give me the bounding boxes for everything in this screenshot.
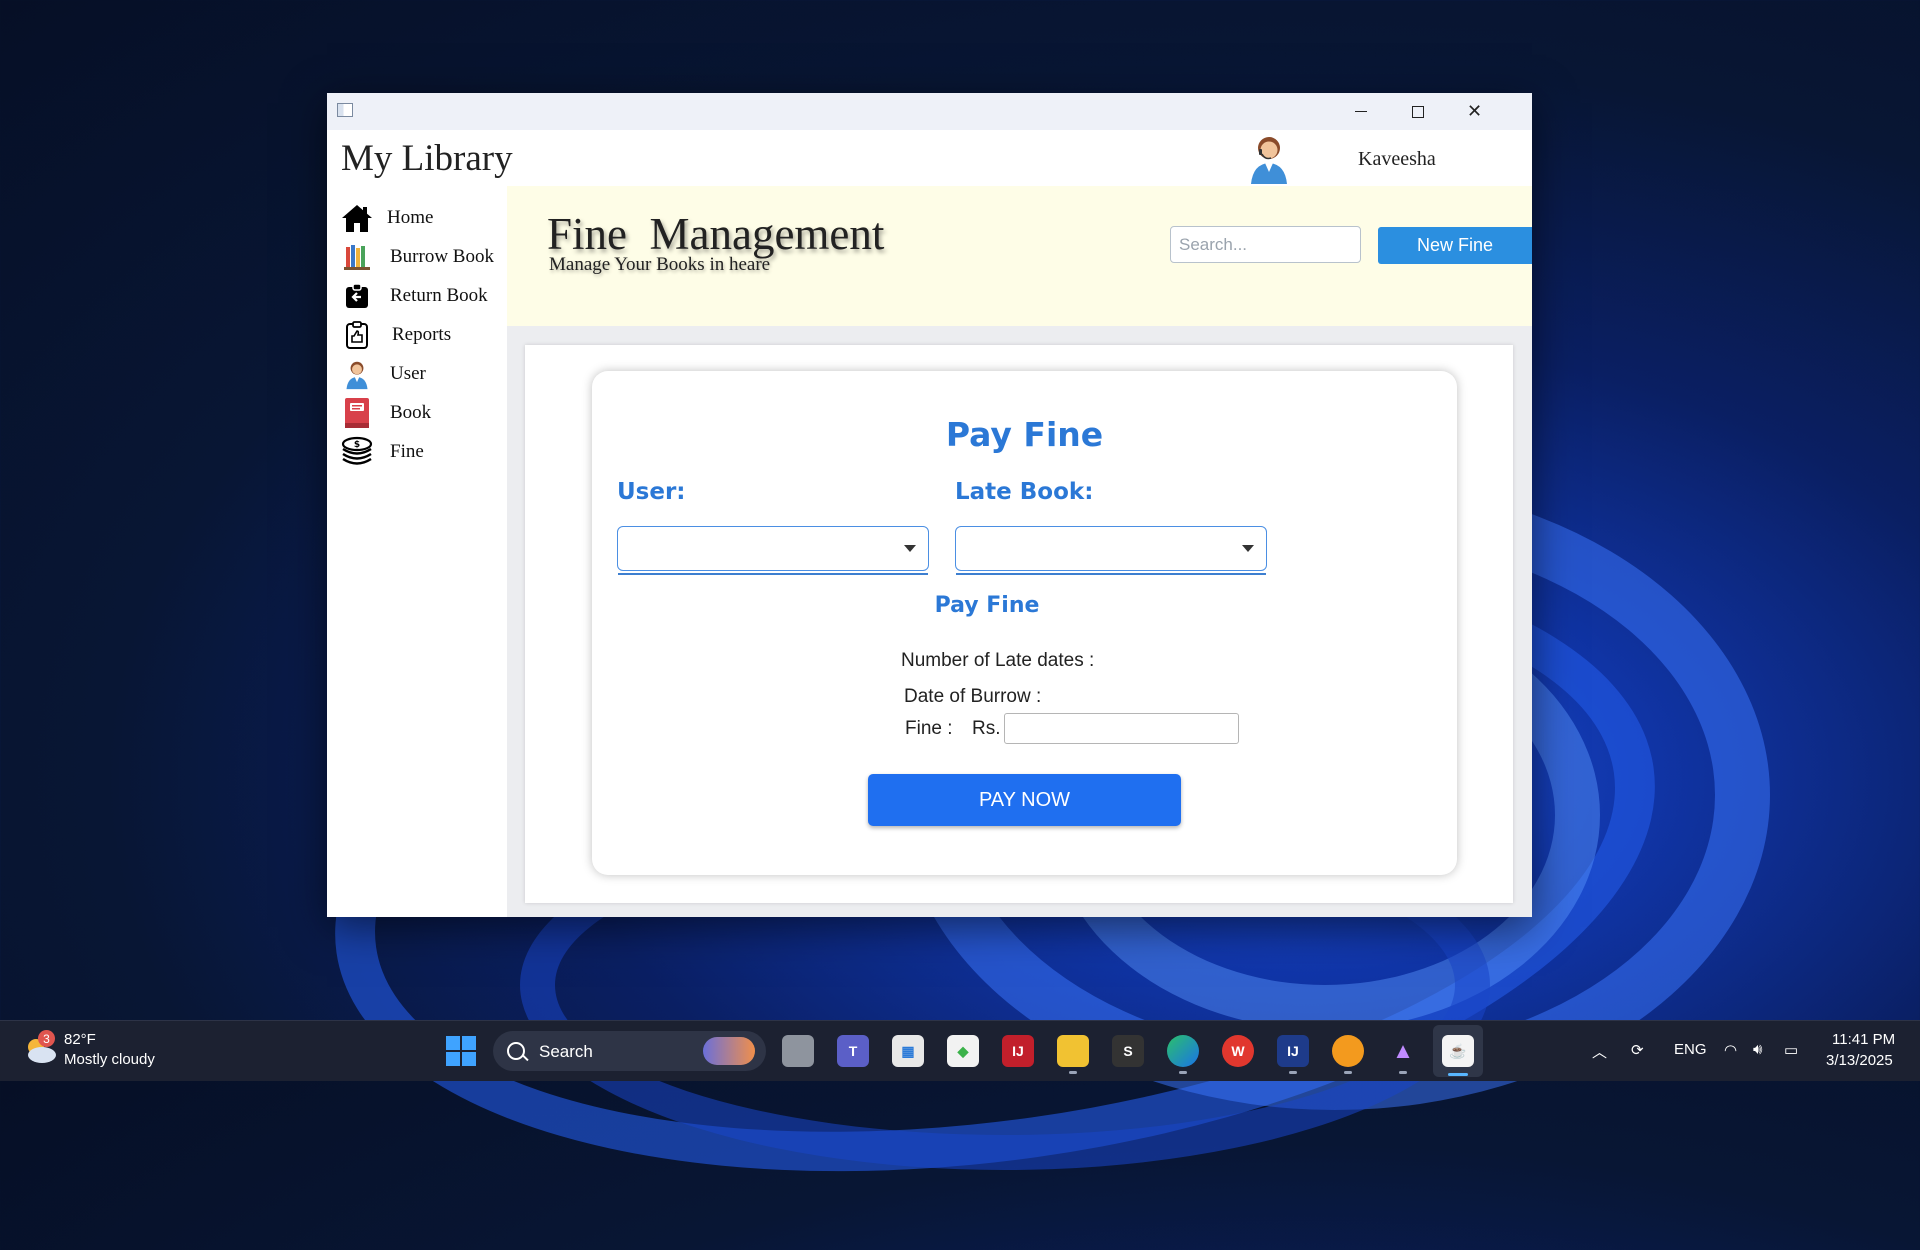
windows-icon-pane	[462, 1036, 476, 1050]
taskbar-search[interactable]: Search	[493, 1031, 766, 1071]
paint-icon[interactable]: ▲	[1387, 1035, 1419, 1067]
browser-icon[interactable]	[1332, 1035, 1364, 1067]
burrow-date-label: Date of Burrow :	[904, 686, 1042, 707]
late-book-label: Late Book:	[955, 479, 1094, 505]
teams-icon[interactable]: T	[837, 1035, 869, 1067]
java-app-icon[interactable]: ☕	[1442, 1035, 1474, 1067]
active-indicator	[1448, 1073, 1468, 1076]
book-icon	[341, 397, 373, 429]
edge-icon[interactable]	[1167, 1035, 1199, 1067]
search-icon	[507, 1042, 525, 1060]
wifi-icon[interactable]: ◠	[1724, 1041, 1737, 1059]
weather-description[interactable]: Mostly cloudy	[64, 1051, 155, 1068]
running-indicator	[1289, 1071, 1297, 1074]
sidebar-item-label: Return Book	[390, 285, 488, 306]
fine-label: Fine :	[905, 718, 953, 739]
sync-icon[interactable]: ⟳	[1631, 1041, 1644, 1059]
app-window: ✕ My Library Kaveesha Home Burrow Book R…	[327, 93, 1532, 917]
language-indicator[interactable]: ENG	[1674, 1041, 1707, 1058]
clock-time[interactable]: 11:41 PM	[1832, 1031, 1895, 1048]
page-header: Fine Management Manage Your Books in hea…	[507, 186, 1532, 326]
sidebar-item-label: Fine	[390, 441, 424, 462]
running-indicator	[1344, 1071, 1352, 1074]
start-button[interactable]	[446, 1036, 476, 1066]
search-input[interactable]	[1170, 226, 1361, 263]
sidebar-item-return-book[interactable]: Return Book	[341, 279, 488, 313]
running-indicator	[1179, 1071, 1187, 1074]
sidebar: Home Burrow Book Return Book Reports Use…	[327, 186, 507, 917]
minimize-icon	[1354, 111, 1367, 112]
section-title: Pay Fine	[934, 593, 1040, 618]
weather-temperature[interactable]: 82°F	[64, 1031, 96, 1048]
running-indicator	[1399, 1071, 1407, 1074]
running-indicator	[1069, 1071, 1077, 1074]
minimize-button[interactable]	[1332, 93, 1389, 130]
sidebar-item-home[interactable]: Home	[341, 201, 433, 235]
windows-icon	[446, 1036, 460, 1050]
intellij-icon[interactable]: IJ	[1002, 1035, 1034, 1067]
maximize-button[interactable]	[1389, 93, 1446, 130]
sidebar-item-label: User	[390, 363, 426, 384]
clock-date[interactable]: 3/13/2025	[1826, 1052, 1893, 1069]
sublime-icon[interactable]: S	[1112, 1035, 1144, 1067]
sidebar-item-label: Home	[387, 207, 434, 228]
webstorm-icon[interactable]: IJ	[1277, 1035, 1309, 1067]
user-label: User:	[617, 479, 686, 505]
window-app-icon	[337, 103, 353, 117]
windows-icon-pane	[446, 1052, 460, 1066]
weather-badge: 3	[38, 1030, 55, 1047]
user-icon	[341, 358, 373, 390]
maximize-icon	[1411, 105, 1424, 118]
currency-label: Rs.	[972, 718, 1001, 739]
late-book-select[interactable]	[955, 526, 1267, 575]
file-explorer-icon[interactable]	[1057, 1035, 1089, 1067]
home-icon	[341, 202, 373, 234]
pay-fine-card: Pay Fine User: Late Book: Pay Fine Numbe…	[592, 371, 1457, 875]
task-view-icon[interactable]	[782, 1035, 814, 1067]
late-dates-label: Number of Late dates :	[901, 650, 1095, 671]
user-select[interactable]	[617, 526, 929, 575]
new-fine-button[interactable]: New Fine	[1378, 227, 1532, 264]
books-icon	[341, 241, 373, 273]
photos-icon[interactable]: ◆	[947, 1035, 979, 1067]
app-title: My Library	[341, 138, 513, 179]
chevron-down-icon	[1242, 545, 1254, 552]
sidebar-item-burrow-book[interactable]: Burrow Book	[341, 240, 494, 274]
user-avatar-icon	[1251, 137, 1287, 184]
pay-now-button[interactable]: PAY NOW	[868, 774, 1181, 826]
taskbar-search-label: Search	[539, 1042, 593, 1061]
reports-icon	[341, 319, 373, 351]
username-label: Kaveesha	[1358, 148, 1436, 170]
close-icon: ✕	[1466, 101, 1483, 121]
sidebar-item-label: Burrow Book	[390, 246, 494, 267]
svg-text:$: $	[354, 440, 360, 450]
fine-amount-field[interactable]	[1004, 713, 1239, 744]
sidebar-item-label: Reports	[392, 324, 452, 345]
coins-icon: $	[341, 436, 373, 468]
windows-icon-pane	[462, 1052, 476, 1066]
page-subtitle: Manage Your Books in heare	[549, 254, 771, 275]
sidebar-item-user[interactable]: User	[341, 357, 426, 391]
taskbar: 3 82°F Mostly cloudy Search T ▦ ◆ IJ S W…	[0, 1020, 1920, 1081]
sidebar-item-label: Book	[390, 402, 432, 423]
chevron-up-icon[interactable]: ︿	[1592, 1041, 1607, 1062]
store-icon[interactable]: ▦	[892, 1035, 924, 1067]
volume-icon[interactable]: 🔊︎	[1753, 1041, 1762, 1058]
page-title: Fine Management	[547, 209, 885, 259]
close-button[interactable]: ✕	[1446, 93, 1503, 130]
sidebar-item-fine[interactable]: $ Fine	[341, 435, 424, 469]
return-icon	[341, 280, 373, 312]
wps-office-icon[interactable]: W	[1222, 1035, 1254, 1067]
sidebar-item-book[interactable]: Book	[341, 396, 431, 430]
chevron-down-icon	[904, 545, 916, 552]
title-bar[interactable]: ✕	[327, 93, 1532, 130]
sidebar-item-reports[interactable]: Reports	[341, 318, 451, 352]
form-title: Pay Fine	[945, 415, 1104, 454]
battery-icon[interactable]: ▭	[1784, 1041, 1798, 1059]
search-highlight-icon	[703, 1037, 755, 1065]
